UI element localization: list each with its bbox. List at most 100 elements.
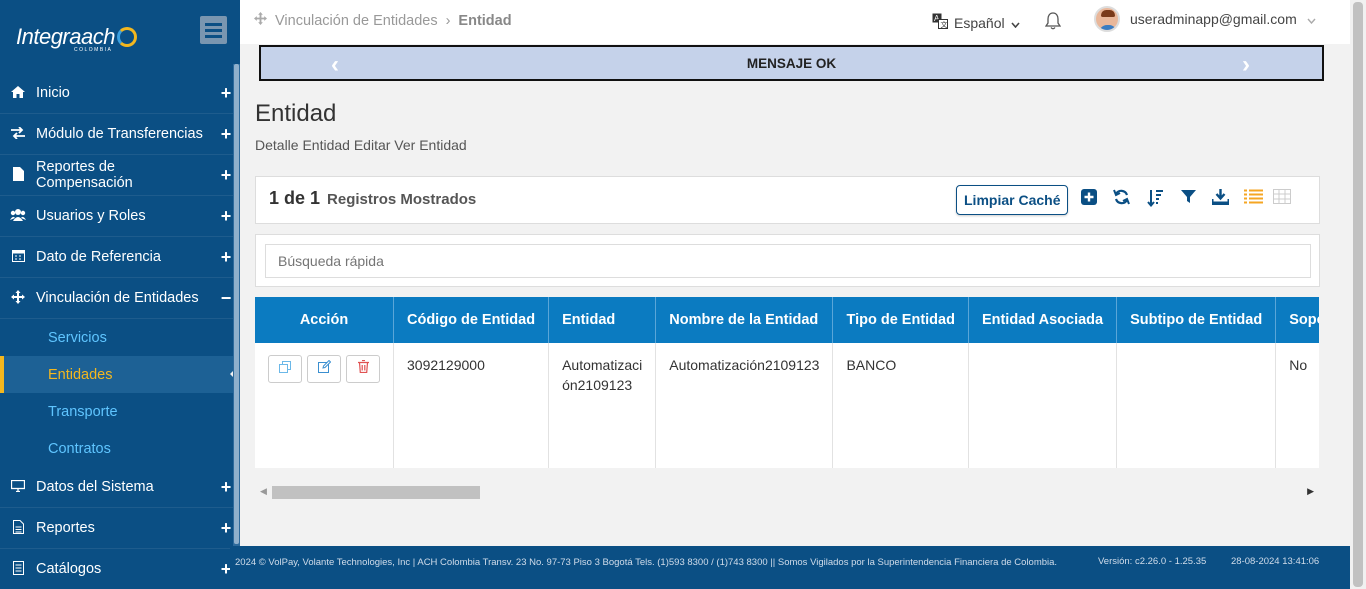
avatar: [1094, 6, 1120, 32]
sidebar-subitem-contratos[interactable]: Contratos: [0, 430, 240, 467]
refresh-icon[interactable]: [1111, 189, 1131, 209]
column-header-nombre[interactable]: Nombre de la Entidad: [655, 297, 834, 343]
language-selector[interactable]: A文 Español: [932, 13, 1020, 32]
logo-text: Integraach: [16, 24, 115, 49]
action-cell: [255, 343, 394, 468]
prev-arrow-icon[interactable]: ‹: [331, 51, 339, 79]
column-header-entidad[interactable]: Entidad: [548, 297, 657, 343]
sort-icon[interactable]: [1145, 189, 1165, 209]
cell-asociada: [968, 343, 1118, 468]
record-count-label: Registros Mostrados: [327, 191, 477, 208]
sidebar-item-label: Inicio: [36, 85, 70, 101]
sidebar-item-vinculacion[interactable]: Vinculación de Entidades −: [0, 278, 240, 319]
message-text: MENSAJE OK: [746, 55, 837, 71]
column-header-tipo[interactable]: Tipo de Entidad: [832, 297, 969, 343]
clear-cache-button[interactable]: Limpiar Caché: [956, 185, 1069, 215]
column-header-codigo[interactable]: Código de Entidad: [393, 297, 550, 343]
list-view-icon[interactable]: [1243, 189, 1263, 209]
table-row: 3092129000 Automatizaci ón2109123 Automa…: [255, 343, 1319, 468]
sidebar-subitem-entidades[interactable]: Entidades: [0, 356, 240, 393]
sidebar-item-label: Usuarios y Roles: [36, 208, 146, 224]
user-menu[interactable]: useradminapp@gmail.com: [1094, 6, 1316, 32]
user-email: useradminapp@gmail.com: [1130, 11, 1297, 27]
record-count-value: 1 de 1: [269, 188, 321, 208]
cell-tipo: BANCO: [832, 343, 969, 468]
cell-codigo: 3092129000: [393, 343, 550, 468]
table-header-row: Acción Código de Entidad Entidad Nombre …: [255, 297, 1319, 343]
sidebar-item-label: Módulo de Transferencias: [36, 126, 203, 142]
list-icon: [0, 560, 36, 578]
logo-area: Integraach COLOMBIA: [0, 0, 240, 73]
logo-ring-icon: [116, 27, 137, 47]
sidebar-item-datos-sistema[interactable]: Datos del Sistema +: [0, 467, 240, 508]
sidebar-item-label: Catálogos: [36, 561, 102, 577]
cell-entidad: Automatizaci ón2109123: [548, 343, 657, 468]
page-scrollbar-thumb[interactable]: [1353, 2, 1363, 587]
page-title: Entidad: [255, 100, 337, 127]
entity-table: Acción Código de Entidad Entidad Nombre …: [255, 297, 1319, 468]
page-scrollbar[interactable]: [1350, 0, 1366, 589]
sidebar-subitem-transporte[interactable]: Transporte: [0, 393, 240, 430]
file-icon: [0, 166, 36, 184]
column-header-soporte[interactable]: Soporte: [1275, 297, 1319, 343]
chevron-down-icon: [1010, 15, 1020, 31]
sidebar-item-reportes-compensacion[interactable]: Reportes de Compensación +: [0, 155, 240, 196]
copy-icon: [279, 359, 291, 379]
records-toolbar: 1 de 1 Registros Mostrados Limpiar Caché: [255, 176, 1320, 224]
footer-text: 2024 © VolPay, Volante Technologies, Inc…: [235, 557, 1058, 568]
copy-button[interactable]: [268, 355, 302, 383]
cell-subtipo: [1116, 343, 1277, 468]
language-label: Español: [954, 14, 1005, 31]
arrows-icon: [0, 289, 36, 307]
chevron-right-icon: ›: [445, 12, 451, 29]
sidebar-item-catalogos[interactable]: Catálogos +: [0, 549, 240, 589]
next-arrow-icon[interactable]: ›: [1242, 51, 1250, 79]
column-header-subtipo[interactable]: Subtipo de Entidad: [1116, 297, 1277, 343]
breadcrumb: Vinculación de Entidades › Entidad: [254, 12, 512, 29]
chevron-down-icon: [1307, 11, 1316, 27]
table-horizontal-scrollbar[interactable]: ◀ ▶: [255, 484, 1319, 501]
sidebar-item-inicio[interactable]: Inicio +: [0, 73, 240, 114]
sidebar-subitem-servicios[interactable]: Servicios: [0, 319, 240, 356]
sidebar-item-reportes[interactable]: Reportes +: [0, 508, 240, 549]
sidebar-item-label: Datos del Sistema: [36, 479, 154, 495]
message-banner: ‹ MENSAJE OK ›: [259, 45, 1324, 81]
sidebar-item-usuarios-roles[interactable]: Usuarios y Roles +: [0, 196, 240, 237]
column-header-asociada[interactable]: Entidad Asociada: [968, 297, 1118, 343]
quick-search-input[interactable]: [265, 244, 1311, 278]
download-icon[interactable]: [1210, 189, 1230, 209]
svg-text:文: 文: [941, 20, 948, 29]
scroll-right-icon[interactable]: ▶: [1307, 486, 1314, 497]
footer-version: Versión: c2.26.0 - 1.25.35: [1098, 556, 1207, 567]
delete-button[interactable]: [346, 355, 380, 383]
trash-icon: [357, 359, 369, 379]
breadcrumb-parent[interactable]: Vinculación de Entidades: [275, 13, 438, 29]
add-icon[interactable]: [1079, 189, 1099, 209]
home-icon: [0, 85, 36, 101]
report-icon: [0, 519, 36, 537]
breadcrumb-current: Entidad: [458, 12, 512, 29]
sidebar-item-dato-referencia[interactable]: Dato de Referencia +: [0, 237, 240, 278]
sidebar-item-transferencias[interactable]: Módulo de Transferencias +: [0, 114, 240, 155]
logo: Integraach COLOMBIA: [16, 24, 137, 53]
sidebar-scrollbar-thumb[interactable]: [234, 64, 239, 544]
grid-view-icon[interactable]: [1272, 189, 1292, 209]
notification-bell-icon[interactable]: [1044, 12, 1062, 35]
cell-nombre: Automatización2109123: [655, 343, 834, 468]
monitor-icon: [0, 479, 36, 495]
scroll-left-icon[interactable]: ◀: [260, 486, 267, 497]
sidebar-item-label: Reportes de Compensación: [36, 159, 133, 191]
menu-toggle-button[interactable]: [200, 16, 227, 44]
record-count: 1 de 1 Registros Mostrados: [269, 188, 476, 209]
arrows-icon: [254, 12, 267, 29]
edit-icon: [317, 359, 331, 379]
logo-subtext: COLOMBIA: [74, 47, 113, 53]
calendar-icon: [0, 249, 36, 265]
sidebar-item-label: Dato de Referencia: [36, 249, 161, 265]
column-header-accion[interactable]: Acción: [255, 297, 394, 343]
filter-icon[interactable]: [1178, 189, 1198, 209]
sidebar-item-label: Vinculación de Entidades: [36, 290, 199, 306]
edit-button[interactable]: [307, 355, 341, 383]
scrollbar-thumb[interactable]: [272, 486, 480, 499]
search-panel: [255, 234, 1320, 287]
